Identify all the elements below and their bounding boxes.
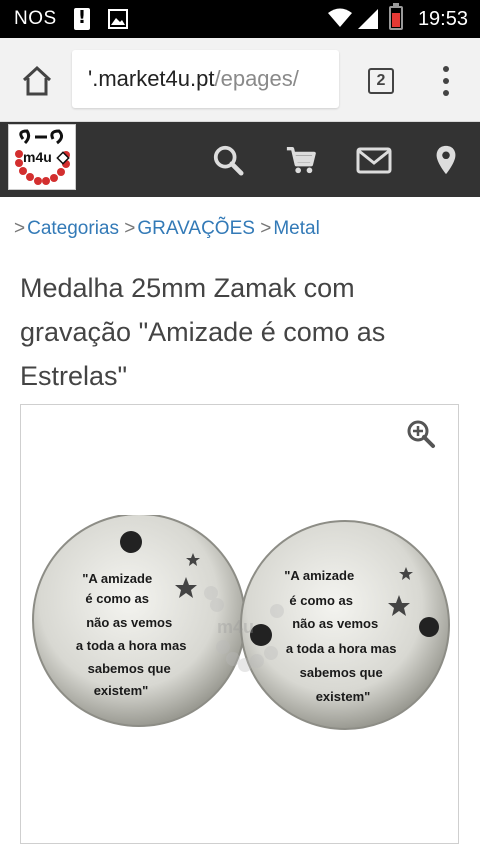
breadcrumb-separator: > — [260, 218, 272, 239]
medal-right-line6: existem" — [316, 689, 371, 704]
breadcrumb-gravacoes[interactable]: GRAVAÇÕES — [137, 218, 255, 239]
medal-left-line2: é como as — [85, 591, 149, 606]
watermark-text: m4u — [217, 617, 254, 637]
breadcrumb-metal[interactable]: Metal — [273, 218, 319, 239]
logo-text: m4u — [23, 149, 52, 165]
carrier-name: NOS — [14, 8, 57, 29]
product-image-frame[interactable]: "A amizade é como as não as vemos a toda… — [20, 404, 459, 844]
medal-right-line5: sabemos que — [300, 665, 383, 680]
url-path: /epages/ — [214, 66, 299, 91]
medal-left: "A amizade é como as não as vemos a toda… — [32, 515, 246, 727]
url-host: market4u.pt — [98, 66, 215, 91]
medal-left-line1: "A amizade — [82, 571, 152, 586]
medal-left-line5: sabemos que — [88, 661, 171, 676]
medal-right-line3: não as vemos — [292, 616, 378, 631]
breadcrumb: > Categorias > GRAVAÇÕES > Metal — [14, 218, 320, 240]
mail-icon[interactable] — [356, 144, 392, 176]
breadcrumb-separator: > — [14, 218, 26, 239]
breadcrumb-separator: > — [124, 218, 136, 239]
search-icon[interactable] — [211, 144, 245, 176]
alert-notification-icon — [74, 7, 90, 30]
url-bar[interactable]: '.market4u.pt/epages/ — [72, 50, 339, 108]
medal-right: "A amizade é como as não as vemos a toda… — [240, 520, 450, 730]
site-logo[interactable]: m4u — [8, 124, 76, 190]
home-icon[interactable] — [20, 65, 54, 97]
status-bar: NOS 19:53 — [0, 0, 480, 38]
clock: 19:53 — [417, 8, 468, 30]
medal-right-line4: a toda a hora mas — [286, 641, 397, 656]
zoom-in-icon[interactable] — [406, 419, 436, 449]
browser-toolbar: '.market4u.pt/epages/ 2 — [0, 38, 480, 122]
medal-right-line1: "A amizade — [284, 568, 354, 583]
cart-icon[interactable] — [284, 144, 318, 176]
medal-left-line3: não as vemos — [86, 615, 172, 630]
battery-icon — [389, 3, 403, 30]
breadcrumb-categorias[interactable]: Categorias — [27, 218, 119, 239]
medal-left-line6: existem" — [94, 683, 149, 698]
image-notification-icon — [108, 9, 128, 29]
medal-right-line2: é como as — [289, 593, 353, 608]
overflow-menu-icon[interactable] — [436, 66, 456, 96]
product-title: Medalha 25mm Zamak com gravação "Amizade… — [20, 273, 386, 391]
signal-icon — [358, 9, 378, 29]
location-pin-icon[interactable] — [434, 144, 458, 176]
product-photo: "A amizade é como as não as vemos a toda… — [32, 515, 450, 730]
wifi-icon — [328, 8, 352, 27]
url-prefix: '. — [88, 66, 99, 91]
tab-switcher-button[interactable]: 2 — [368, 68, 394, 94]
site-header: m4u — [0, 122, 480, 197]
medal-left-line4: a toda a hora mas — [76, 638, 187, 653]
